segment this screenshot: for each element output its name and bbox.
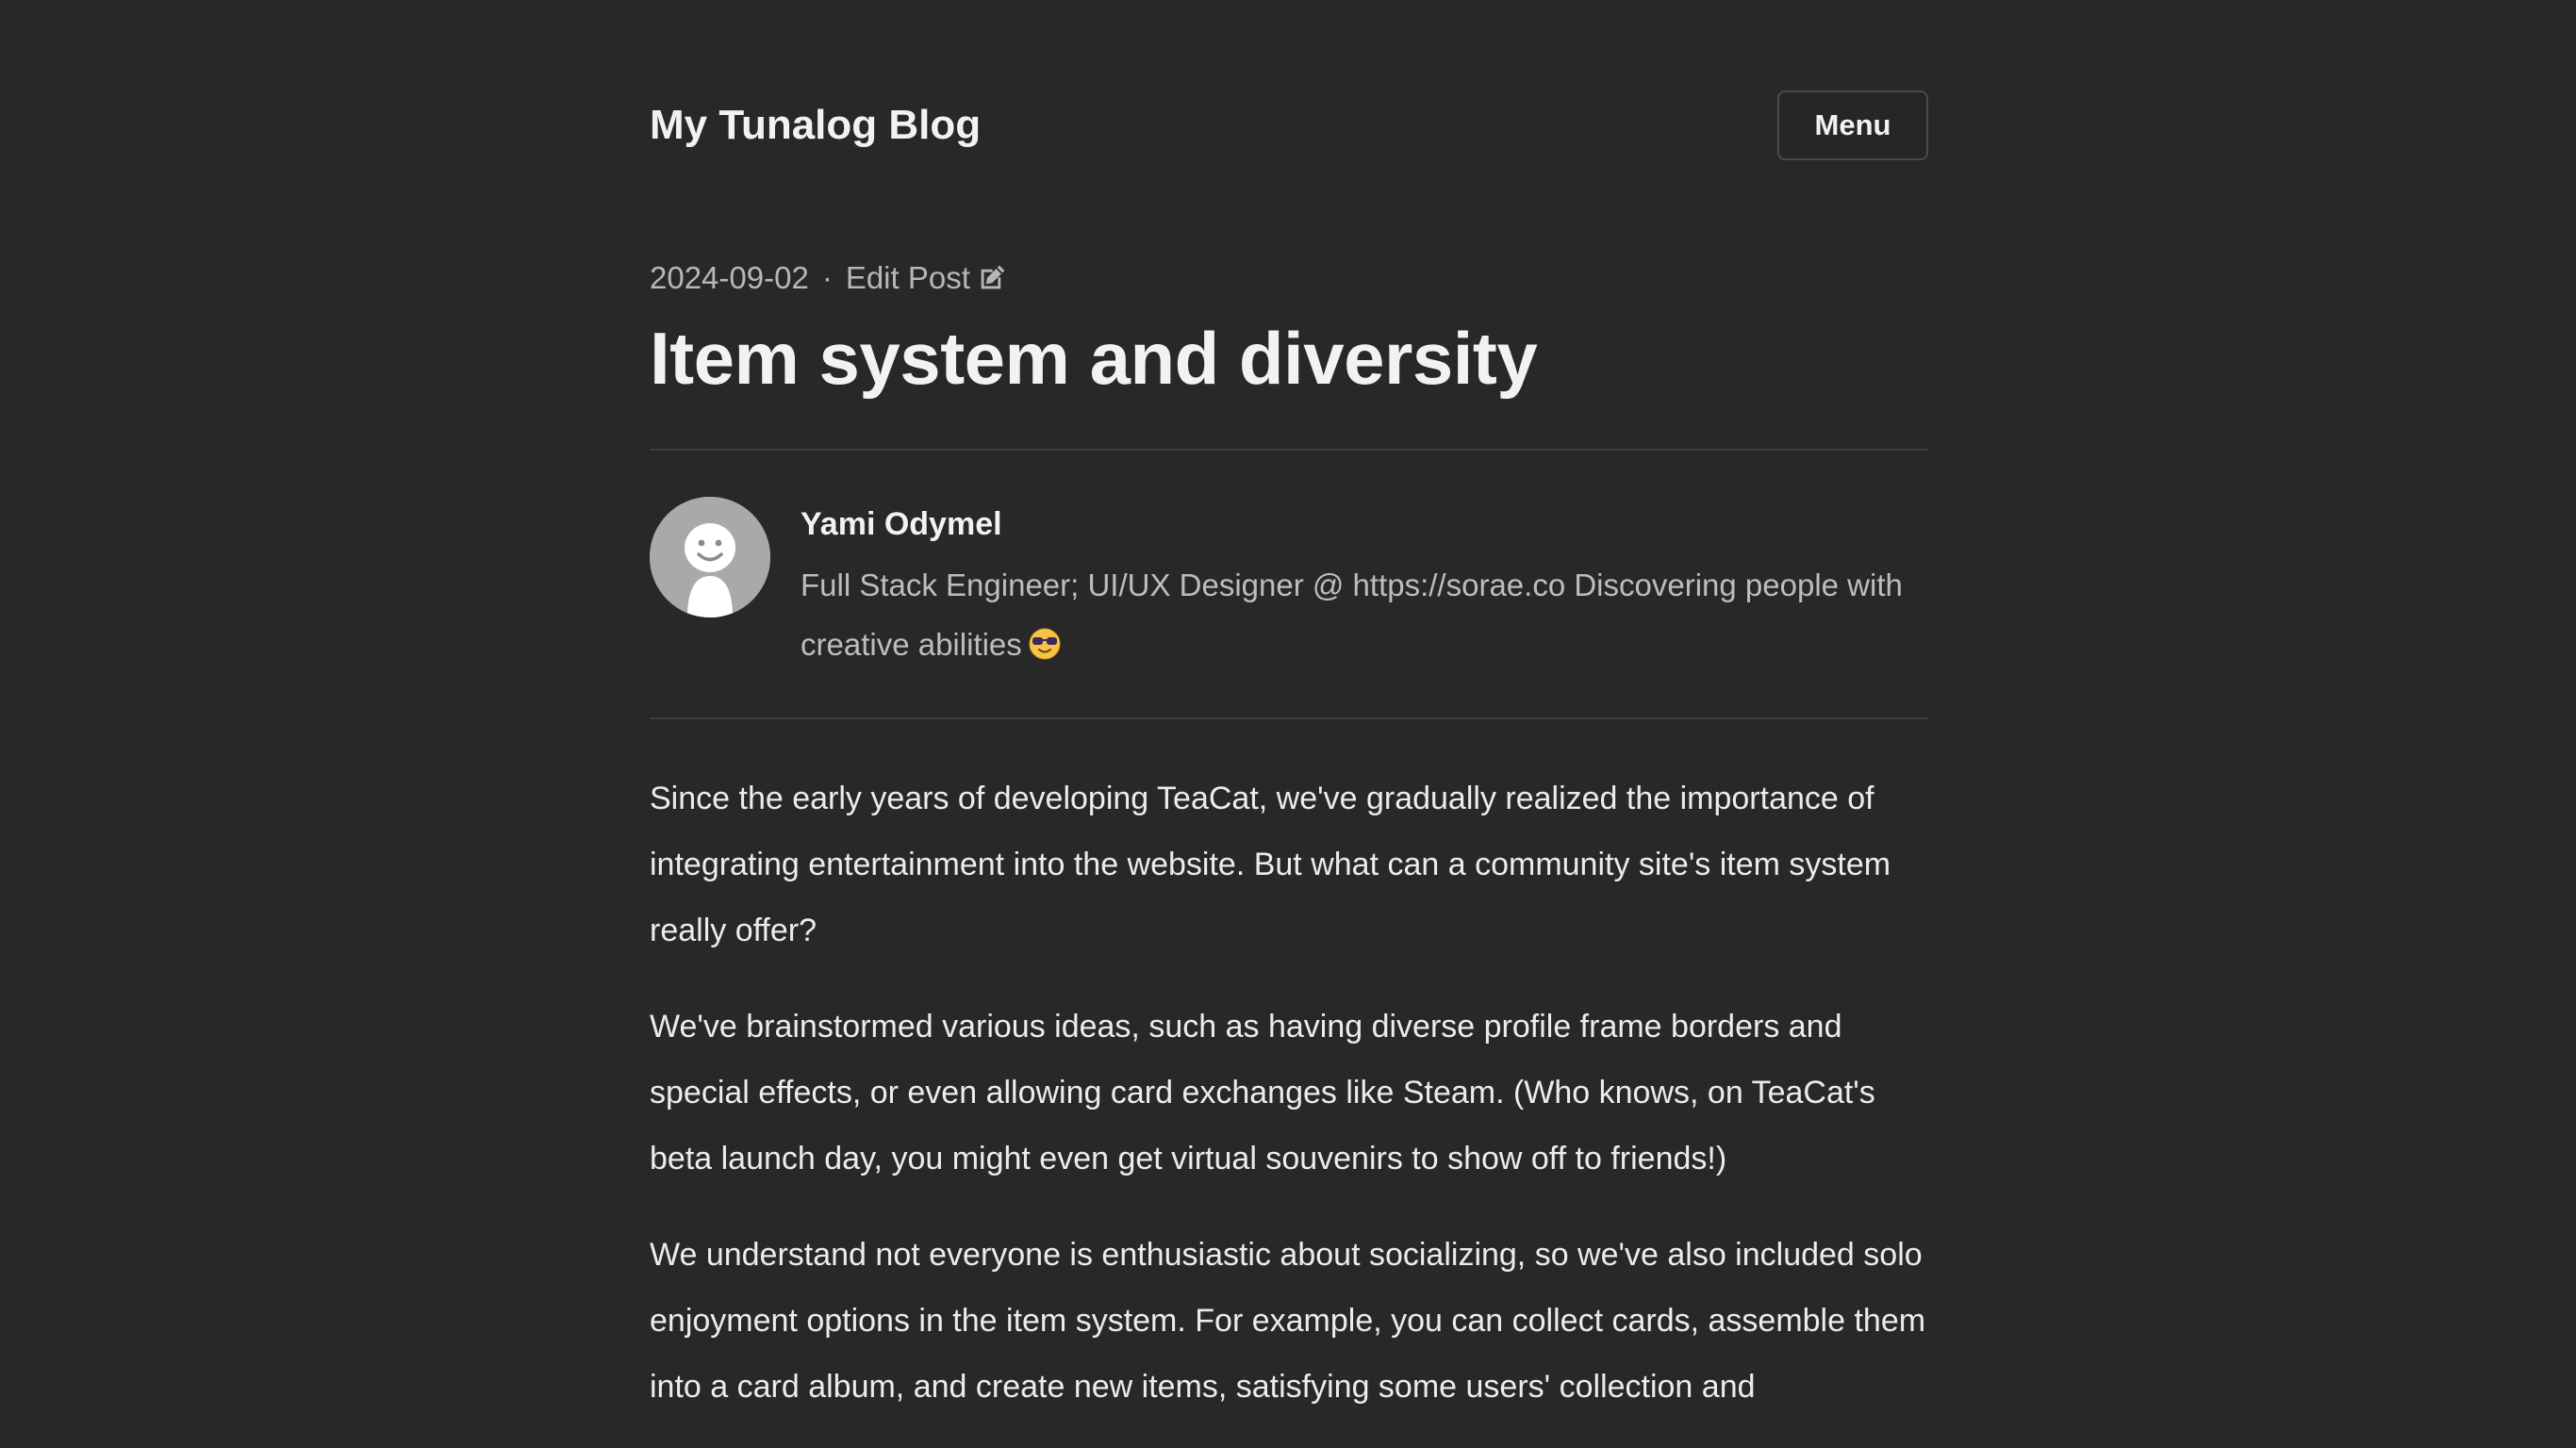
avatar[interactable]	[650, 497, 770, 617]
post-meta: 2024-09-02 · Edit Post	[650, 255, 1008, 302]
article-paragraph: We've brainstormed various ideas, such a…	[650, 1009, 1875, 1176]
author-card: Yami Odymel Full Stack Engineer; UI/UX D…	[650, 497, 1928, 666]
author-bio-text: Full Stack Engineer; UI/UX Designer @ ht…	[801, 568, 1903, 662]
edit-post-label: Edit Post	[845, 260, 970, 295]
divider	[650, 449, 1928, 451]
article-body: Since the early years of developing TeaC…	[650, 765, 1928, 1448]
post-date: 2024-09-02	[650, 260, 809, 295]
menu-button[interactable]: Menu	[1777, 90, 1928, 160]
article-paragraph: Since the early years of developing TeaC…	[650, 781, 1891, 948]
default-avatar-icon	[650, 497, 770, 617]
author-bio: Full Stack Engineer; UI/UX Designer @ ht…	[801, 555, 1928, 674]
meta-separator: ·	[821, 260, 833, 295]
divider	[650, 717, 1928, 719]
article-paragraph: We understand not everyone is enthusiast…	[650, 1237, 1926, 1405]
edit-post-link[interactable]: Edit Post	[846, 255, 1008, 302]
edit-icon	[981, 265, 1005, 289]
author-name[interactable]: Yami Odymel	[801, 501, 1002, 548]
site-header: My Tunalog Blog Menu	[650, 90, 1928, 160]
site-title-link[interactable]: My Tunalog Blog	[650, 90, 981, 160]
post-title: Item system and diversity	[650, 317, 1538, 400]
star-struck-emoji-icon	[1029, 628, 1061, 660]
